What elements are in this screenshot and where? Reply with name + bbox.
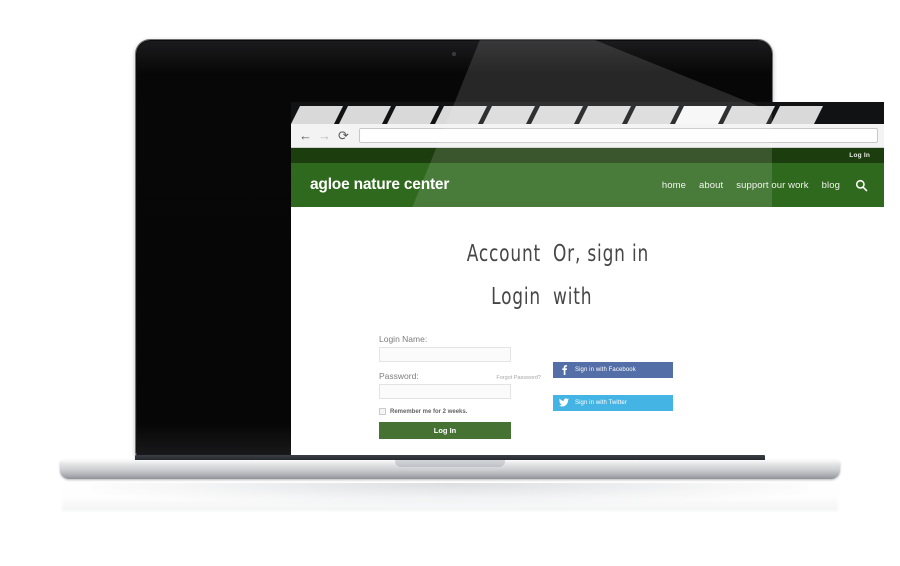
password-row: Password: Forgot Password? xyxy=(379,371,541,381)
browser-tab[interactable] xyxy=(435,106,487,124)
browser-tab-active[interactable] xyxy=(675,106,727,124)
content-columns: Account Login Login Name: Password: Forg… xyxy=(291,207,884,440)
login-name-row: Login Name: xyxy=(379,334,541,344)
remember-me-checkbox[interactable] xyxy=(379,408,386,416)
page-title: Account Login xyxy=(466,241,541,310)
browser-tabs xyxy=(291,106,884,124)
browser-tab[interactable] xyxy=(291,106,343,124)
base-reflection xyxy=(62,481,838,511)
url-input[interactable] xyxy=(359,128,878,143)
laptop-mockup: ← → ⟳ Log In agloe nature center home ab… xyxy=(0,0,900,566)
utility-bar: Log In xyxy=(291,148,884,163)
browser-tab[interactable] xyxy=(483,106,535,124)
nav-item-blog[interactable]: blog xyxy=(822,180,840,191)
twitter-signin-label: Sign in with Twitter xyxy=(575,400,627,407)
reload-icon[interactable]: ⟳ xyxy=(335,127,352,144)
forgot-password-link[interactable]: Forgot Password? xyxy=(496,375,541,381)
main-navigation: home about support our work blog xyxy=(662,179,868,192)
forward-icon: → xyxy=(318,128,331,143)
site-logo[interactable]: agloe nature center xyxy=(310,176,449,194)
browser-tab[interactable] xyxy=(627,106,679,124)
site-header: agloe nature center home about support o… xyxy=(291,163,884,207)
browser-tab[interactable] xyxy=(339,106,391,124)
back-icon[interactable]: ← xyxy=(297,127,314,144)
facebook-signin-label: Sign in with Facebook xyxy=(575,367,636,374)
browser-tabstrip xyxy=(291,102,884,124)
browser-tab[interactable] xyxy=(579,106,631,124)
remember-me-row[interactable]: Remember me for 2 weeks. xyxy=(379,408,541,416)
camera-dot-icon xyxy=(452,52,456,56)
screen-viewport: ← → ⟳ Log In agloe nature center home ab… xyxy=(291,102,884,481)
remember-me-label: Remember me for 2 weeks. xyxy=(390,408,468,415)
password-label: Password: xyxy=(379,371,419,382)
login-submit-button[interactable]: Log In xyxy=(379,422,511,440)
search-icon[interactable] xyxy=(855,179,868,192)
login-column: Account Login Login Name: Password: Forg… xyxy=(291,233,541,440)
facebook-signin-button[interactable]: Sign in with Facebook xyxy=(553,362,673,379)
twitter-signin-button[interactable]: Sign in with Twitter xyxy=(553,395,673,412)
website-content: Log In agloe nature center home about su… xyxy=(291,148,884,481)
twitter-icon xyxy=(553,398,575,409)
browser-tab[interactable] xyxy=(771,106,823,124)
login-form: Login Name: Password: Forgot Password? R… xyxy=(379,334,541,440)
laptop-lid: ← → ⟳ Log In agloe nature center home ab… xyxy=(136,40,884,481)
laptop-base xyxy=(60,455,840,483)
browser-toolbar: ← → ⟳ xyxy=(291,124,884,148)
page-body: Account Login Login Name: Password: Forg… xyxy=(291,207,884,481)
social-buttons: Sign in with Facebook Sign in with Twitt… xyxy=(553,362,884,412)
base-notch xyxy=(395,460,505,467)
password-input[interactable] xyxy=(379,384,511,400)
nav-item-home[interactable]: home xyxy=(662,180,686,191)
login-name-input[interactable] xyxy=(379,347,511,363)
social-signin-column: Or, sign in with Sign in with Facebook S… xyxy=(541,233,884,439)
utility-login-link[interactable]: Log In xyxy=(849,152,870,159)
login-name-label: Login Name: xyxy=(379,334,428,345)
social-signin-title: Or, sign in with xyxy=(553,241,650,310)
nav-item-about[interactable]: about xyxy=(699,180,723,191)
browser-tab[interactable] xyxy=(531,106,583,124)
facebook-icon xyxy=(553,364,575,377)
browser-tab[interactable] xyxy=(387,106,439,124)
browser-tab[interactable] xyxy=(723,106,775,124)
nav-item-support-our-work[interactable]: support our work xyxy=(736,180,808,191)
